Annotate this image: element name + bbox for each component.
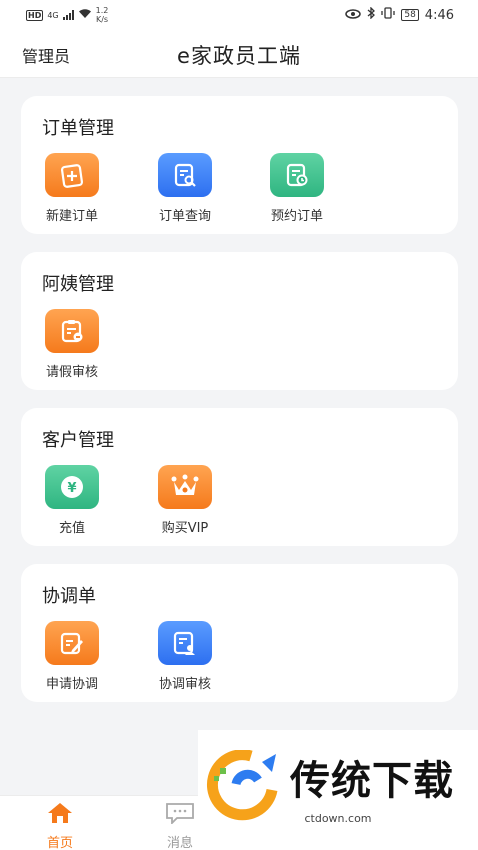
item-label: 预约订单 [270, 209, 323, 224]
eye-icon [345, 8, 362, 23]
app-header: 管理员 e家政员工端 [0, 30, 478, 78]
item-label: 申请协调 [45, 677, 98, 692]
buy-vip-button[interactable]: 购买VIP [145, 465, 225, 536]
new-order-icon [45, 153, 99, 197]
yuan-glyph: ¥ [67, 481, 76, 496]
item-label: 订单查询 [158, 209, 211, 224]
network-speed: 1.2 K/s [96, 6, 109, 24]
tab-label: 首页 [46, 836, 73, 850]
order-search-icon [158, 153, 212, 197]
section-title: 阿姨管理 [42, 274, 114, 295]
signal-icon [62, 10, 74, 20]
appointment-order-button[interactable]: 预约订单 [257, 153, 337, 224]
home-icon [48, 803, 72, 823]
recharge-button[interactable]: ¥ 充值 [32, 465, 112, 536]
bluetooth-icon [367, 6, 376, 23]
watermark: 传统下载 ctdown.com [198, 730, 478, 830]
speed-unit: K/s [95, 15, 109, 24]
vip-crown-icon [158, 465, 212, 509]
leave-review-icon [45, 309, 99, 353]
page-title: e家政员工端 [177, 44, 301, 68]
item-label: 新建订单 [45, 209, 98, 224]
watermark-url: ctdown.com [304, 812, 372, 825]
section-coordination: 协调单 申请协调 协调审核 [21, 564, 458, 702]
section-maid-management: 阿姨管理 请假审核 [21, 252, 458, 390]
section-title: 订单管理 [42, 118, 114, 139]
vibrate-icon [381, 7, 395, 23]
section-title: 客户管理 [42, 430, 114, 451]
apply-coordination-button[interactable]: 申请协调 [32, 621, 112, 692]
message-icon [166, 803, 194, 826]
section-customer-management: 客户管理 ¥ 充值 购买VIP [21, 408, 458, 546]
order-search-button[interactable]: 订单查询 [145, 153, 225, 224]
tab-home[interactable]: 首页 [30, 802, 90, 850]
wifi-icon [78, 8, 92, 22]
item-label: 请假审核 [45, 365, 98, 380]
speed-value: 1.2 [95, 6, 109, 15]
tab-label: 消息 [166, 836, 193, 850]
status-left: HD 4G 1.2 K/s [26, 6, 108, 24]
item-label: 协调审核 [158, 677, 211, 692]
recharge-icon: ¥ [45, 465, 99, 509]
coordination-review-button[interactable]: 协调审核 [145, 621, 225, 692]
appointment-order-icon [270, 153, 324, 197]
section-title: 协调单 [42, 586, 96, 607]
item-label: 购买VIP [161, 521, 209, 536]
item-label: 充值 [58, 521, 85, 536]
watermark-brand: 传统下载 [290, 758, 454, 804]
hd-badge: HD [26, 9, 44, 21]
status-bar: HD 4G 1.2 K/s 58 4:46 [0, 0, 478, 30]
battery-indicator: 58 [401, 9, 419, 21]
network-type: 4G [47, 10, 59, 20]
leave-review-button[interactable]: 请假审核 [32, 309, 112, 380]
apply-coordination-icon [45, 621, 99, 665]
new-order-button[interactable]: 新建订单 [32, 153, 112, 224]
clock: 4:46 [424, 7, 454, 23]
status-right: 58 4:46 [345, 6, 454, 23]
section-order-management: 订单管理 新建订单 订单查询 预约订单 [21, 96, 458, 234]
coordination-review-icon [158, 621, 212, 665]
